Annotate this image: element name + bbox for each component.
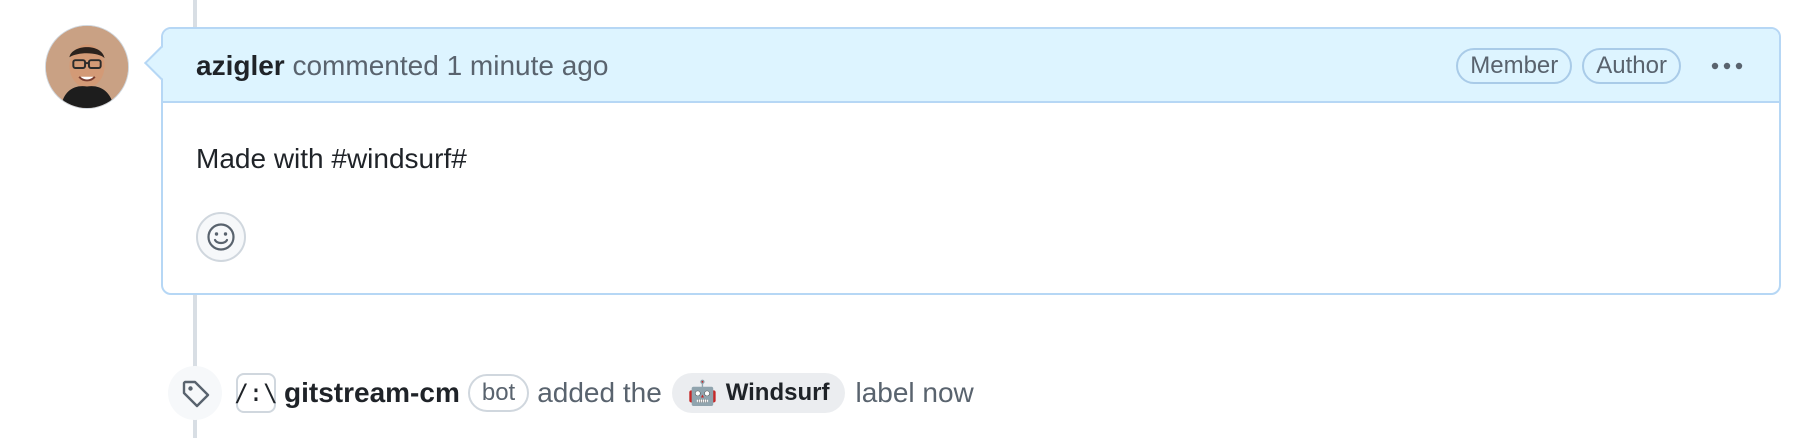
smiley-icon bbox=[207, 223, 235, 251]
comment-pointer bbox=[144, 46, 178, 80]
user-avatar-image bbox=[46, 26, 128, 108]
label-name: Windsurf bbox=[725, 379, 830, 406]
event-action-text: added the bbox=[537, 377, 662, 408]
comment-timestamp-link[interactable]: 1 minute ago bbox=[447, 50, 609, 81]
bot-avatar[interactable]: /:\ bbox=[234, 373, 278, 413]
label-event: /:\ gitstream-cm bot added the 🤖 Windsur… bbox=[168, 366, 974, 420]
comment-options-button[interactable] bbox=[1703, 47, 1751, 85]
member-badge: Member bbox=[1456, 48, 1573, 84]
issue-timeline: azigler commented 1 minute ago Member Au… bbox=[0, 0, 1794, 438]
comment-body: Made with #windsurf# bbox=[196, 143, 467, 174]
comment-header-actions: Member Author bbox=[1456, 47, 1751, 85]
robot-icon: 🤖 bbox=[687, 379, 718, 407]
avatar[interactable] bbox=[45, 25, 129, 109]
author-badge: Author bbox=[1582, 48, 1681, 84]
tag-icon bbox=[182, 380, 210, 408]
event-actor-link[interactable]: gitstream-cm bbox=[284, 377, 460, 409]
comment-box: azigler commented 1 minute ago Member Au… bbox=[144, 27, 1781, 295]
comment-author-link[interactable]: azigler bbox=[196, 50, 285, 81]
windsurf-label[interactable]: 🤖 Windsurf bbox=[671, 373, 846, 413]
comment-meta: azigler commented 1 minute ago bbox=[196, 49, 608, 83]
comment-header: azigler commented 1 minute ago Member Au… bbox=[144, 29, 1779, 103]
bot-badge: bot bbox=[467, 374, 530, 412]
event-icon-badge bbox=[168, 366, 222, 420]
kebab-horizontal-icon bbox=[1711, 62, 1743, 70]
comment-action-text: commented bbox=[292, 50, 439, 81]
add-reaction-button[interactable] bbox=[196, 212, 246, 262]
event-suffix-text: label now bbox=[855, 377, 974, 408]
